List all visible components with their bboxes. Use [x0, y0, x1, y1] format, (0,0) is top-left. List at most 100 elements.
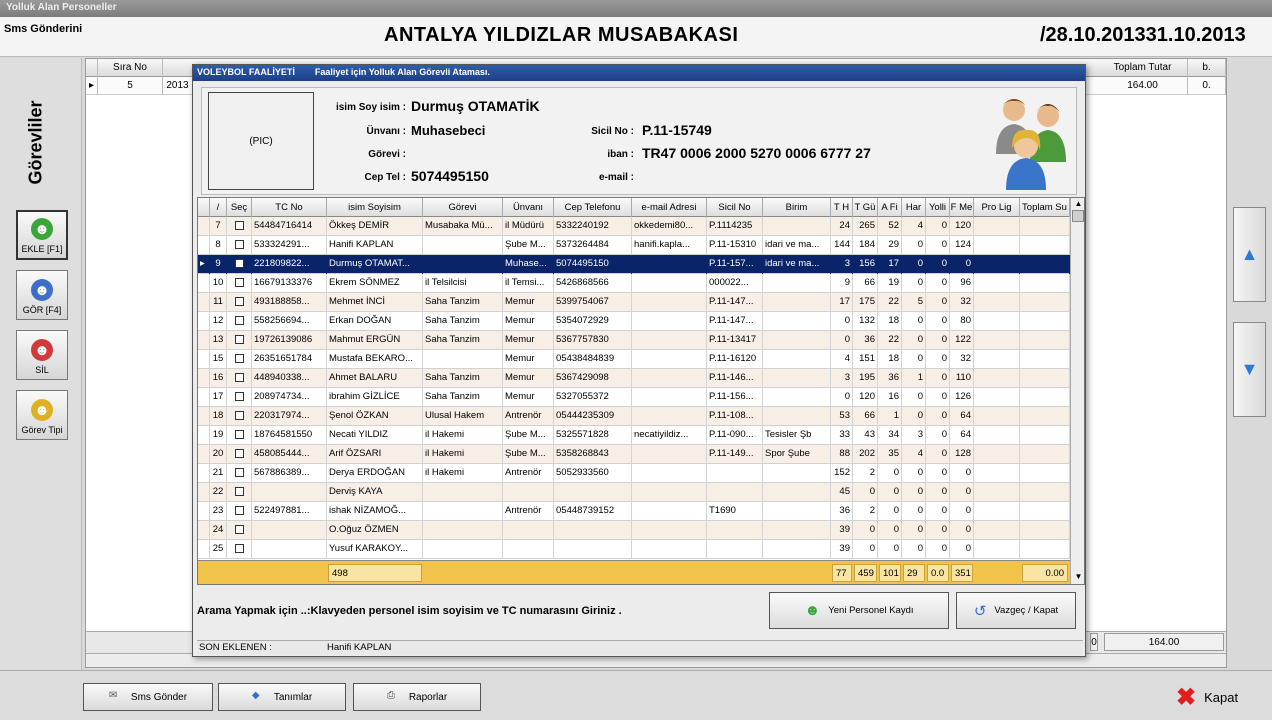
- cell-prolig: [974, 426, 1020, 445]
- table-row[interactable]: 12 558256694... Erkan DOĞAN Saha Tanzim Memu…: [198, 312, 1070, 331]
- select-checkbox[interactable]: [234, 334, 244, 344]
- cell-yol: 0: [926, 369, 950, 388]
- select-checkbox[interactable]: [234, 296, 244, 306]
- cell-sec[interactable]: [227, 540, 252, 559]
- select-checkbox[interactable]: [234, 391, 244, 401]
- col-th[interactable]: T H: [831, 198, 853, 217]
- col-fm[interactable]: F Me: [950, 198, 974, 217]
- table-row[interactable]: 10 16679133376 Ekrem SÖNMEZ il Telsilcisi il…: [198, 274, 1070, 293]
- cell-yol: 0: [926, 388, 950, 407]
- col-no[interactable]: /: [210, 198, 227, 217]
- col-tc[interactable]: TC No: [252, 198, 327, 217]
- table-row[interactable]: 25 Yusuf KARAKOY... 39 0 0 0 0 0: [198, 540, 1070, 559]
- select-checkbox[interactable]: [234, 505, 244, 515]
- table-row[interactable]: 18 220317974... Şenol ÖZKAN Ulusal Hakem Ant…: [198, 407, 1070, 426]
- table-row[interactable]: 17 208974734... ibrahim GİZLİCE Saha Tanzim…: [198, 388, 1070, 407]
- cell-sec[interactable]: [227, 445, 252, 464]
- scroll-thumb[interactable]: [1072, 210, 1084, 222]
- scroll-down-icon[interactable]: ▼: [1073, 572, 1084, 582]
- window-titlebar: Yolluk Alan Personeller: [0, 0, 1272, 17]
- col-email[interactable]: e-mail Adresi: [632, 198, 707, 217]
- col-birim[interactable]: Birim: [763, 198, 831, 217]
- scroll-up-icon[interactable]: ▲: [1073, 199, 1084, 209]
- sms-menu-label[interactable]: Sms Gönderini: [4, 23, 82, 35]
- cell-sec[interactable]: [227, 312, 252, 331]
- table-row[interactable]: 8 533324291... Hanifi KAPLAN Şube M... 53732…: [198, 236, 1070, 255]
- send-sms-button[interactable]: ✉ Sms Gönder: [83, 683, 213, 711]
- cell-sec[interactable]: [227, 502, 252, 521]
- cell-sec[interactable]: [227, 350, 252, 369]
- select-checkbox[interactable]: [234, 258, 244, 268]
- add-button[interactable]: ☻ EKLE [F1]: [16, 210, 68, 260]
- move-up-button[interactable]: ▲: [1233, 207, 1266, 302]
- col-har[interactable]: Har: [902, 198, 926, 217]
- cell-sec[interactable]: [227, 255, 252, 274]
- col-tel[interactable]: Cep Telefonu: [554, 198, 632, 217]
- select-checkbox[interactable]: [234, 486, 244, 496]
- col-prolig[interactable]: Pro Lig: [974, 198, 1020, 217]
- table-row[interactable]: 13 19726139086 Mahmut ERGÜN Saha Tanzim Memu…: [198, 331, 1070, 350]
- col-name[interactable]: isim Soyisim: [327, 198, 423, 217]
- table-row[interactable]: 11 493188858... Mehmet İNCİ Saha Tanzim Memu…: [198, 293, 1070, 312]
- table-row[interactable]: 16 448940338... Ahmet BALARU Saha Tanzim Mem…: [198, 369, 1070, 388]
- table-row[interactable]: 22 Derviş KAYA 45 0 0 0 0 0: [198, 483, 1070, 502]
- col-gorev[interactable]: Görevi: [423, 198, 503, 217]
- new-personnel-button[interactable]: ☻ Yeni Personel Kaydı: [769, 592, 949, 629]
- select-checkbox[interactable]: [234, 220, 244, 230]
- cell-sec[interactable]: [227, 388, 252, 407]
- definitions-button[interactable]: ◆ Tanımlar: [218, 683, 346, 711]
- select-checkbox[interactable]: [234, 467, 244, 477]
- row-indicator: [198, 426, 210, 445]
- table-row[interactable]: 20 458085444... Arif ÖZSARI il Hakemi Şube M…: [198, 445, 1070, 464]
- reports-button[interactable]: ⎙ Raporlar: [353, 683, 481, 711]
- col-af[interactable]: A Fi: [878, 198, 902, 217]
- table-row[interactable]: 7 54484716414 Ökkeş DEMİR Musabaka Mü... il …: [198, 217, 1070, 236]
- table-row[interactable]: 24 O.Oğuz ÖZMEN 39 0 0 0 0 0: [198, 521, 1070, 540]
- col-unvan[interactable]: Ünvanı: [503, 198, 554, 217]
- task-type-button[interactable]: ☻ Görev Tipi: [16, 390, 68, 440]
- cell-sec[interactable]: [227, 407, 252, 426]
- select-checkbox[interactable]: [234, 429, 244, 439]
- table-row[interactable]: 19 18764581550 Necati YILDIZ il Hakemi Şube …: [198, 426, 1070, 445]
- view-button[interactable]: ☻ GÖR [F4]: [16, 270, 68, 320]
- select-checkbox[interactable]: [234, 277, 244, 287]
- select-checkbox[interactable]: [234, 410, 244, 420]
- cell-sec[interactable]: [227, 331, 252, 350]
- delete-button[interactable]: ☻ SİL: [16, 330, 68, 380]
- table-row[interactable]: ▸ 9 221809822... Durmuş OTAMAT... Muhase... 5…: [198, 255, 1070, 274]
- col-sec[interactable]: Seç: [227, 198, 252, 217]
- table-row[interactable]: 23 522497881... ishak NİZAMOĞ... Antrenör 05…: [198, 502, 1070, 521]
- cell-th: 152: [831, 464, 853, 483]
- cell-th: 39: [831, 540, 853, 559]
- select-checkbox[interactable]: [234, 372, 244, 382]
- col-yol[interactable]: Yolli: [926, 198, 950, 217]
- col-tg[interactable]: T Gü: [853, 198, 878, 217]
- move-down-button[interactable]: ▼: [1233, 322, 1266, 417]
- select-checkbox[interactable]: [234, 524, 244, 534]
- cell-sec[interactable]: [227, 274, 252, 293]
- cell-sec[interactable]: [227, 293, 252, 312]
- cell-sec[interactable]: [227, 236, 252, 255]
- close-app-button[interactable]: ✖ Kapat: [1176, 681, 1238, 713]
- cell-sec[interactable]: [227, 426, 252, 445]
- cell-sec[interactable]: [227, 464, 252, 483]
- table-row[interactable]: 15 26351651784 Mustafa BEKARO... Memur 05438…: [198, 350, 1070, 369]
- cell-sec[interactable]: [227, 521, 252, 540]
- cancel-close-button[interactable]: ↺ Vazgeç / Kapat: [956, 592, 1076, 629]
- row-indicator: [198, 274, 210, 293]
- col-sicil[interactable]: Sicil No: [707, 198, 763, 217]
- cell-sec[interactable]: [227, 217, 252, 236]
- cell-email: [632, 388, 707, 407]
- table-row[interactable]: 21 567886389... Derya ERDOĞAN il Hakemi Antr…: [198, 464, 1070, 483]
- row-indicator: [198, 464, 210, 483]
- select-checkbox[interactable]: [234, 315, 244, 325]
- select-checkbox[interactable]: [234, 448, 244, 458]
- select-checkbox[interactable]: [234, 353, 244, 363]
- cell-sec[interactable]: [227, 369, 252, 388]
- cell-har: 0: [902, 236, 926, 255]
- select-checkbox[interactable]: [234, 543, 244, 553]
- grid-vertical-scrollbar[interactable]: ▲ ▼: [1070, 198, 1084, 584]
- cell-sec[interactable]: [227, 483, 252, 502]
- select-checkbox[interactable]: [234, 239, 244, 249]
- col-toplam[interactable]: Toplam Su: [1020, 198, 1070, 217]
